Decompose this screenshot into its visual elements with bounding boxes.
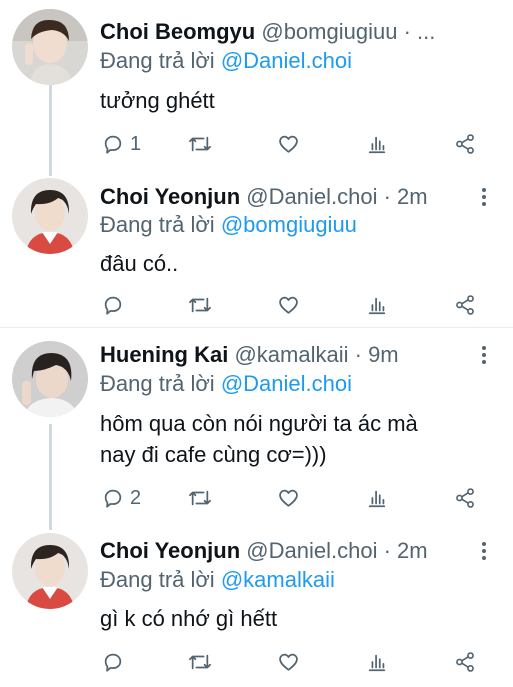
reply-icon	[104, 135, 122, 154]
replying-to: Đang trả lời @Daniel.choi	[100, 369, 352, 399]
mention-link[interactable]: @Daniel.choi	[221, 371, 352, 396]
retweet-icon	[189, 654, 211, 670]
tweet[interactable]: Choi Beomgyu @bomgiugiuu · ... Đang trả …	[0, 0, 513, 170]
analytics-icon	[368, 136, 386, 154]
tweet-text: hôm qua còn nói người ta ác mà nay đi ca…	[100, 411, 418, 467]
mention-link[interactable]: @Daniel.choi	[221, 48, 352, 73]
reply-thread: Choi Beomgyu @bomgiugiuu · ... Đang trả …	[0, 0, 513, 687]
person-avatar-icon	[12, 533, 88, 609]
like-button[interactable]	[277, 129, 300, 159]
retweet-button[interactable]	[188, 483, 212, 513]
tweet-header: Choi Yeonjun @Daniel.choi · 2m	[100, 536, 495, 566]
replying-to-label: Đang trả lời	[100, 48, 215, 73]
mention-link[interactable]: @bomgiugiuu	[221, 212, 357, 237]
avatar[interactable]	[12, 533, 88, 609]
reply-button[interactable]: 1	[102, 129, 141, 159]
share-icon	[456, 295, 474, 315]
replying-to-label: Đang trả lời	[100, 567, 215, 592]
timestamp[interactable]: · 2m	[384, 184, 428, 209]
analytics-icon	[368, 490, 386, 508]
tweet[interactable]: Choi Yeonjun @Daniel.choi · 2m Đang trả …	[0, 524, 513, 687]
timestamp[interactable]: · 9m	[355, 342, 399, 367]
share-button[interactable]	[454, 290, 476, 320]
like-button[interactable]	[277, 483, 300, 513]
replying-to: Đang trả lời @bomgiugiuu	[100, 210, 357, 240]
person-avatar-icon	[12, 9, 88, 85]
retweet-button[interactable]	[188, 647, 212, 677]
share-button[interactable]	[454, 129, 476, 159]
avatar[interactable]	[12, 9, 88, 85]
replying-to: Đang trả lời @kamalkaii	[100, 565, 335, 595]
more-options-icon	[482, 188, 486, 206]
replying-to: Đang trả lời @Daniel.choi	[100, 46, 352, 76]
tweet[interactable]: Huening Kai @kamalkaii · 9m Đang trả lời…	[0, 328, 513, 524]
action-bar: 1	[100, 129, 490, 159]
retweet-icon	[189, 297, 211, 313]
analytics-button[interactable]	[366, 129, 388, 159]
share-button[interactable]	[454, 483, 476, 513]
retweet-icon	[189, 136, 211, 152]
analytics-button[interactable]	[366, 483, 388, 513]
analytics-icon	[368, 297, 386, 315]
avatar[interactable]	[12, 341, 88, 417]
reply-button[interactable]: 2	[102, 483, 141, 513]
more-options-icon	[482, 346, 486, 364]
display-name[interactable]: Huening Kai	[100, 342, 228, 367]
action-bar	[100, 647, 490, 677]
user-handle[interactable]: @kamalkaii	[234, 342, 348, 367]
reply-count: 1	[130, 132, 142, 155]
reply-icon	[104, 653, 122, 672]
reply-count: 2	[130, 486, 142, 509]
replying-to-label: Đang trả lời	[100, 212, 215, 237]
more-options-button[interactable]	[475, 182, 493, 212]
replying-to-label: Đang trả lời	[100, 371, 215, 396]
share-button[interactable]	[454, 647, 476, 677]
tweet-text: đâu có..	[100, 251, 179, 276]
tweet-header: Huening Kai @kamalkaii · 9m	[100, 340, 495, 370]
analytics-button[interactable]	[366, 647, 388, 677]
heart-icon	[279, 296, 298, 314]
heart-icon	[279, 135, 298, 153]
reply-button[interactable]	[102, 290, 130, 320]
avatar[interactable]	[12, 178, 88, 254]
tweet-text: gì k có nhớ gì hếtt	[100, 606, 278, 631]
timestamp[interactable]: · 2m	[384, 538, 428, 563]
timestamp[interactable]: · ...	[404, 19, 436, 44]
mention-link[interactable]: @kamalkaii	[221, 567, 335, 592]
heart-icon	[279, 489, 298, 507]
retweet-icon	[189, 490, 211, 506]
share-icon	[456, 652, 474, 672]
more-options-button[interactable]	[475, 536, 493, 566]
heart-icon	[279, 653, 298, 671]
share-icon	[456, 488, 474, 508]
tweet[interactable]: Choi Yeonjun @Daniel.choi · 2m Đang trả …	[0, 170, 513, 327]
reply-button[interactable]	[102, 647, 130, 677]
reply-icon	[104, 489, 122, 508]
tweet-header: Choi Yeonjun @Daniel.choi · 2m	[100, 182, 495, 212]
more-options-icon	[482, 542, 486, 560]
user-handle[interactable]: @Daniel.choi	[246, 184, 377, 209]
analytics-button[interactable]	[366, 290, 388, 320]
like-button[interactable]	[277, 647, 300, 677]
like-button[interactable]	[277, 290, 300, 320]
user-handle[interactable]: @bomgiugiuu	[261, 19, 397, 44]
retweet-button[interactable]	[188, 129, 212, 159]
tweet-header: Choi Beomgyu @bomgiugiuu · ...	[100, 17, 495, 47]
share-icon	[456, 134, 474, 154]
analytics-icon	[368, 654, 386, 672]
display-name[interactable]: Choi Yeonjun	[100, 184, 240, 209]
action-bar: 2	[100, 483, 490, 513]
more-options-button[interactable]	[475, 340, 493, 370]
person-avatar-icon	[12, 341, 88, 417]
display-name[interactable]: Choi Yeonjun	[100, 538, 240, 563]
person-avatar-icon	[12, 178, 88, 254]
reply-icon	[104, 296, 122, 315]
retweet-button[interactable]	[188, 290, 212, 320]
display-name[interactable]: Choi Beomgyu	[100, 19, 255, 44]
tweet-text: tưởng ghétt	[100, 88, 215, 113]
user-handle[interactable]: @Daniel.choi	[246, 538, 377, 563]
action-bar	[100, 290, 490, 320]
